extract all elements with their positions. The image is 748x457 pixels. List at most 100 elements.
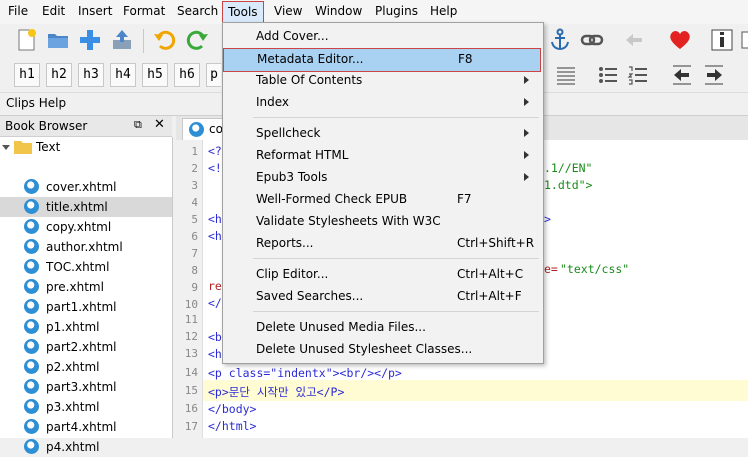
xhtml-file-icon xyxy=(24,179,39,194)
menu-help[interactable]: Help xyxy=(430,4,457,18)
menu-item-label: Validate Stylesheets With W3C xyxy=(256,214,441,228)
align-justify-icon[interactable] xyxy=(554,63,578,87)
code-line-9[interactable]: re xyxy=(208,279,222,293)
numbered-list-icon[interactable] xyxy=(626,63,650,87)
heart-icon[interactable] xyxy=(668,28,692,52)
file-row[interactable]: author.xhtml xyxy=(0,237,172,257)
link-icon[interactable] xyxy=(580,28,604,52)
code-line-5[interactable]: <h xyxy=(208,212,222,226)
menu-item-table-of-contents[interactable]: Table Of Contents xyxy=(223,70,543,92)
code-line-12[interactable]: <b xyxy=(208,330,222,344)
file-row[interactable]: TOC.xhtml xyxy=(0,257,172,277)
heading-h2-button[interactable]: h2 xyxy=(46,63,72,87)
save-icon[interactable] xyxy=(110,28,134,52)
menu-item-add-cover[interactable]: Add Cover... xyxy=(223,26,543,48)
indent-icon[interactable] xyxy=(702,63,726,87)
menu-item-label: Saved Searches... xyxy=(256,289,364,303)
redo-icon[interactable] xyxy=(186,28,210,52)
code-line-15[interactable]: <p>문단 시작만 있고</P> xyxy=(208,384,344,400)
menu-view[interactable]: View xyxy=(274,4,302,18)
code-line-13[interactable]: <h xyxy=(208,347,222,361)
menu-tools[interactable]: Tools xyxy=(222,1,264,23)
menu-edit[interactable]: Edit xyxy=(42,4,65,18)
file-row[interactable]: p4.xhtml xyxy=(0,437,172,457)
menu-item-saved-searches[interactable]: Saved Searches... Ctrl+Alt+F xyxy=(223,286,543,308)
heading-h4-button[interactable]: h4 xyxy=(110,63,136,87)
folder-text-label[interactable]: Text xyxy=(36,140,60,154)
file-row[interactable]: p1.xhtml xyxy=(0,317,172,337)
clips-help-label[interactable]: Clips Help xyxy=(6,96,66,110)
code-line-1[interactable]: <? xyxy=(208,144,222,158)
paragraph-button[interactable]: p xyxy=(206,63,221,87)
editor-tab-label: co xyxy=(209,122,223,136)
close-panel-icon[interactable]: ✕ xyxy=(154,117,165,132)
xhtml-file-icon xyxy=(24,199,39,214)
file-row[interactable]: part3.xhtml xyxy=(0,377,172,397)
menu-item-reformat-html[interactable]: Reformat HTML xyxy=(223,145,543,167)
back-arrow-icon[interactable] xyxy=(622,28,646,52)
xhtml-file-icon xyxy=(189,122,204,137)
code-line-2[interactable]: <! xyxy=(208,161,222,175)
file-row[interactable]: part1.xhtml xyxy=(0,297,172,317)
menu-plugins[interactable]: Plugins xyxy=(375,4,418,18)
anchor-icon[interactable] xyxy=(548,28,572,52)
heading-h5-button[interactable]: h5 xyxy=(142,63,168,87)
code-line-10[interactable]: </ xyxy=(208,296,222,310)
menu-file[interactable]: File xyxy=(8,4,28,18)
submenu-arrow-icon xyxy=(524,151,529,159)
menu-item-delete-unused-stylesheet-classes[interactable]: Delete Unused Stylesheet Classes... xyxy=(223,339,543,361)
file-label: part4.xhtml xyxy=(46,420,117,434)
file-row[interactable]: p2.xhtml xyxy=(0,357,172,377)
code-line-16[interactable]: </body> xyxy=(208,402,256,416)
new-file-icon[interactable] xyxy=(14,28,38,52)
menu-format[interactable]: Format xyxy=(123,4,165,18)
file-row[interactable]: cover.xhtml xyxy=(0,177,172,197)
menu-item-label: Index xyxy=(256,95,290,109)
float-panel-icon[interactable]: ⧉ xyxy=(134,118,142,132)
menu-item-well-formed-check-epub[interactable]: Well-Formed Check EPUB F7 xyxy=(223,189,543,211)
line-number: 12 xyxy=(184,330,198,343)
menu-search[interactable]: Search xyxy=(177,4,218,18)
xhtml-file-icon xyxy=(24,439,39,454)
menu-item-metadata-editor[interactable]: Metadata Editor... F8 xyxy=(223,48,541,72)
line-number: 14 xyxy=(184,366,198,379)
open-folder-icon[interactable] xyxy=(46,28,70,52)
menu-item-delete-unused-media-files[interactable]: Delete Unused Media Files... xyxy=(223,317,543,339)
code-line-14[interactable]: <p class="indentx"><br/></p> xyxy=(208,366,402,380)
undo-icon[interactable] xyxy=(152,28,176,52)
file-label: copy.xhtml xyxy=(46,220,112,234)
info-icon[interactable] xyxy=(710,28,734,52)
menu-insert[interactable]: Insert xyxy=(78,4,112,18)
line-number: 10 xyxy=(184,298,198,311)
menu-item-index[interactable]: Index xyxy=(223,92,543,114)
file-row[interactable]: part4.xhtml xyxy=(0,417,172,437)
menu-item-clip-editor[interactable]: Clip Editor... Ctrl+Alt+C xyxy=(223,264,543,286)
line-number: 1 xyxy=(191,145,198,158)
file-row[interactable]: copy.xhtml xyxy=(0,217,172,237)
menu-window[interactable]: Window xyxy=(315,4,362,18)
chevron-down-icon[interactable] xyxy=(2,143,10,151)
file-row[interactable]: title.xhtml xyxy=(0,197,172,217)
outdent-icon[interactable] xyxy=(670,63,694,87)
add-icon[interactable] xyxy=(78,28,102,52)
file-label: TOC.xhtml xyxy=(46,260,110,274)
code-line-6[interactable]: <h xyxy=(208,229,222,243)
heading-h1-button[interactable]: h1 xyxy=(14,63,40,87)
menu-item-spellcheck[interactable]: Spellcheck xyxy=(223,123,543,145)
file-row[interactable]: pre.xhtml xyxy=(0,277,172,297)
heading-h3-button[interactable]: h3 xyxy=(78,63,104,87)
line-number: 17 xyxy=(184,420,198,433)
file-row[interactable]: part2.xhtml xyxy=(0,337,172,357)
line-number: 3 xyxy=(191,179,198,192)
code-line-17[interactable]: </html> xyxy=(208,419,256,433)
copy-icon[interactable] xyxy=(740,28,748,52)
file-row[interactable]: p3.xhtml xyxy=(0,397,172,417)
heading-h6-button[interactable]: h6 xyxy=(174,63,200,87)
line-number: 16 xyxy=(184,402,198,415)
tools-menu: Add Cover... Metadata Editor... F8 Table Of… xyxy=(222,22,544,364)
bullet-list-icon[interactable] xyxy=(596,63,620,87)
menu-item-validate-stylesheets-with-w3c[interactable]: Validate Stylesheets With W3C xyxy=(223,211,543,233)
menu-item-reports[interactable]: Reports... Ctrl+Shift+R xyxy=(223,233,543,255)
menu-item-epub3-tools[interactable]: Epub3 Tools xyxy=(223,167,543,189)
menu-item-label: Epub3 Tools xyxy=(256,170,328,184)
